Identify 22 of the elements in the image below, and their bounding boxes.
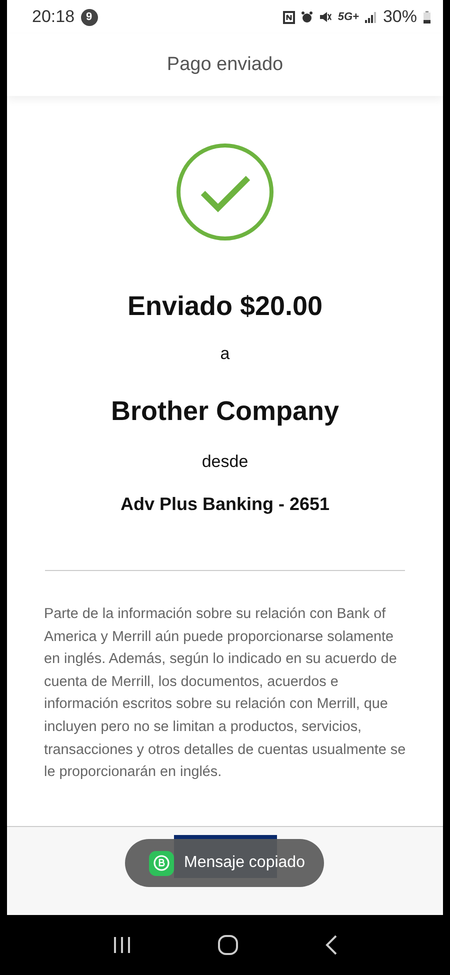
connector-text: a (220, 344, 230, 364)
home-icon[interactable] (218, 935, 238, 955)
checkmark-icon (176, 143, 274, 241)
notification-badge: 9 (80, 8, 98, 26)
recent-apps-icon[interactable] (113, 936, 132, 954)
mute-icon (318, 11, 332, 23)
source-account: Adv Plus Banking - 2651 (120, 494, 330, 515)
battery-icon (423, 10, 431, 24)
status-time: 20:18 (32, 7, 75, 27)
signal-icon (364, 12, 377, 22)
network-type: 5G+ (338, 11, 359, 23)
chat-app-icon (149, 850, 174, 876)
disclaimer-text: Parte de la información sobre su relación con Bank of America y Merrill aún puede proporcionarse solamente en inglés. Además, según lo indicado en su acuerdo de cuenta de Merrill, los documentos, acuerdos e información escritos sobre su relación con Merrill, que incluyen pero no se limitan a productos, servicios, transacciones y otros detalles de cuentas usualmente se le proporcionarán en inglés. (44, 605, 406, 782)
battery-percent: 30% (382, 7, 417, 27)
connector-text: desde (202, 452, 248, 472)
toast-message: Mensaje copiado (184, 854, 305, 872)
recipient-name: Brother Company (110, 396, 340, 427)
screen-title: Pago enviado (166, 54, 284, 76)
nfc-icon (282, 10, 295, 24)
amount-sent: Enviado $20.00 (127, 291, 323, 322)
alarm-icon (300, 11, 313, 23)
back-icon[interactable] (324, 935, 337, 955)
